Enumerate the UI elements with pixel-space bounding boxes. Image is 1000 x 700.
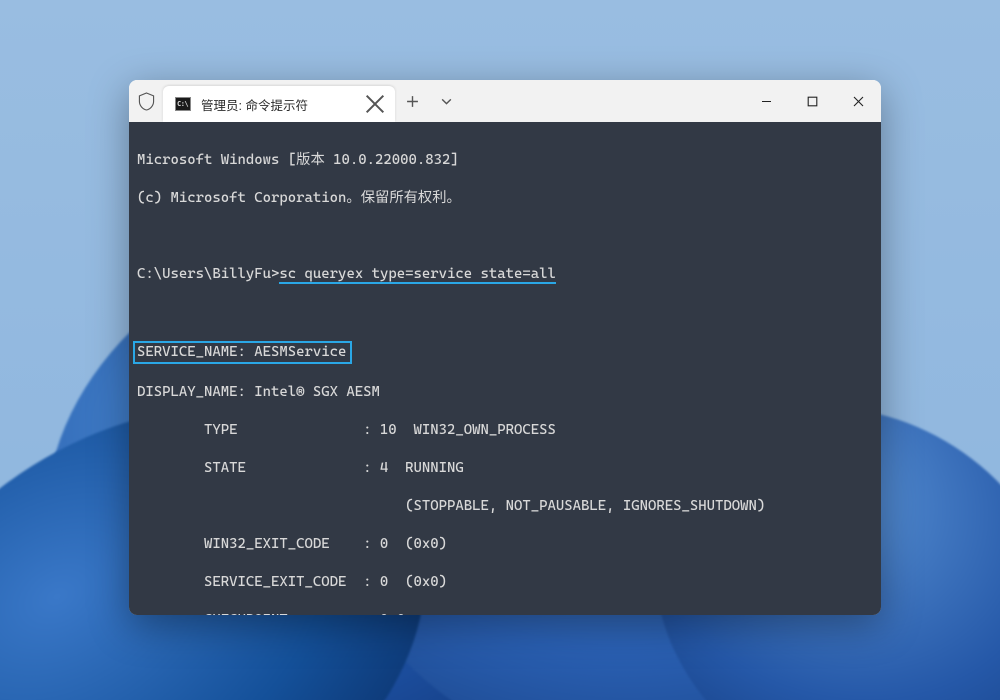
command-highlight: sc queryex type=service state=all — [279, 266, 555, 284]
prompt-path: C:\Users\BillyFu> — [137, 266, 279, 282]
service-name-line: SERVICE_NAME: AESMService — [137, 341, 873, 364]
tab-active[interactable]: 管理员: 命令提示符 — [163, 86, 395, 122]
maximize-button[interactable] — [789, 80, 835, 122]
cmd-icon — [175, 97, 191, 111]
titlebar[interactable]: 管理员: 命令提示符 — [129, 80, 881, 122]
terminal-window: 管理员: 命令提示符 Microsoft Windows [版本 10.0.22… — [129, 80, 881, 615]
output-line: TYPE : 10 WIN32_OWN_PROCESS — [137, 421, 873, 440]
tab-title: 管理员: 命令提示符 — [201, 95, 355, 114]
tab-dropdown-button[interactable] — [429, 80, 463, 122]
tab-close-button[interactable] — [365, 94, 385, 114]
blank-line — [137, 303, 873, 322]
window-controls — [743, 80, 881, 122]
output-line: DISPLAY_NAME: Intel® SGX AESM — [137, 383, 873, 402]
banner-line: (c) Microsoft Corporation。保留所有权利。 — [137, 189, 873, 208]
minimize-button[interactable] — [743, 80, 789, 122]
output-line: CHECKPOINT : 0x0 — [137, 611, 873, 615]
terminal-output[interactable]: Microsoft Windows [版本 10.0.22000.832] (c… — [129, 122, 881, 615]
output-line: WIN32_EXIT_CODE : 0 (0x0) — [137, 535, 873, 554]
prompt-line: C:\Users\BillyFu>sc queryex type=service… — [137, 265, 873, 284]
output-line: (STOPPABLE, NOT_PAUSABLE, IGNORES_SHUTDO… — [137, 497, 873, 516]
service-name-highlight: SERVICE_NAME: AESMService — [133, 341, 352, 364]
blank-line — [137, 227, 873, 246]
admin-shield-icon — [129, 80, 163, 122]
close-button[interactable] — [835, 80, 881, 122]
banner-line: Microsoft Windows [版本 10.0.22000.832] — [137, 151, 873, 170]
output-line: SERVICE_EXIT_CODE : 0 (0x0) — [137, 573, 873, 592]
new-tab-button[interactable] — [395, 80, 429, 122]
output-line: STATE : 4 RUNNING — [137, 459, 873, 478]
